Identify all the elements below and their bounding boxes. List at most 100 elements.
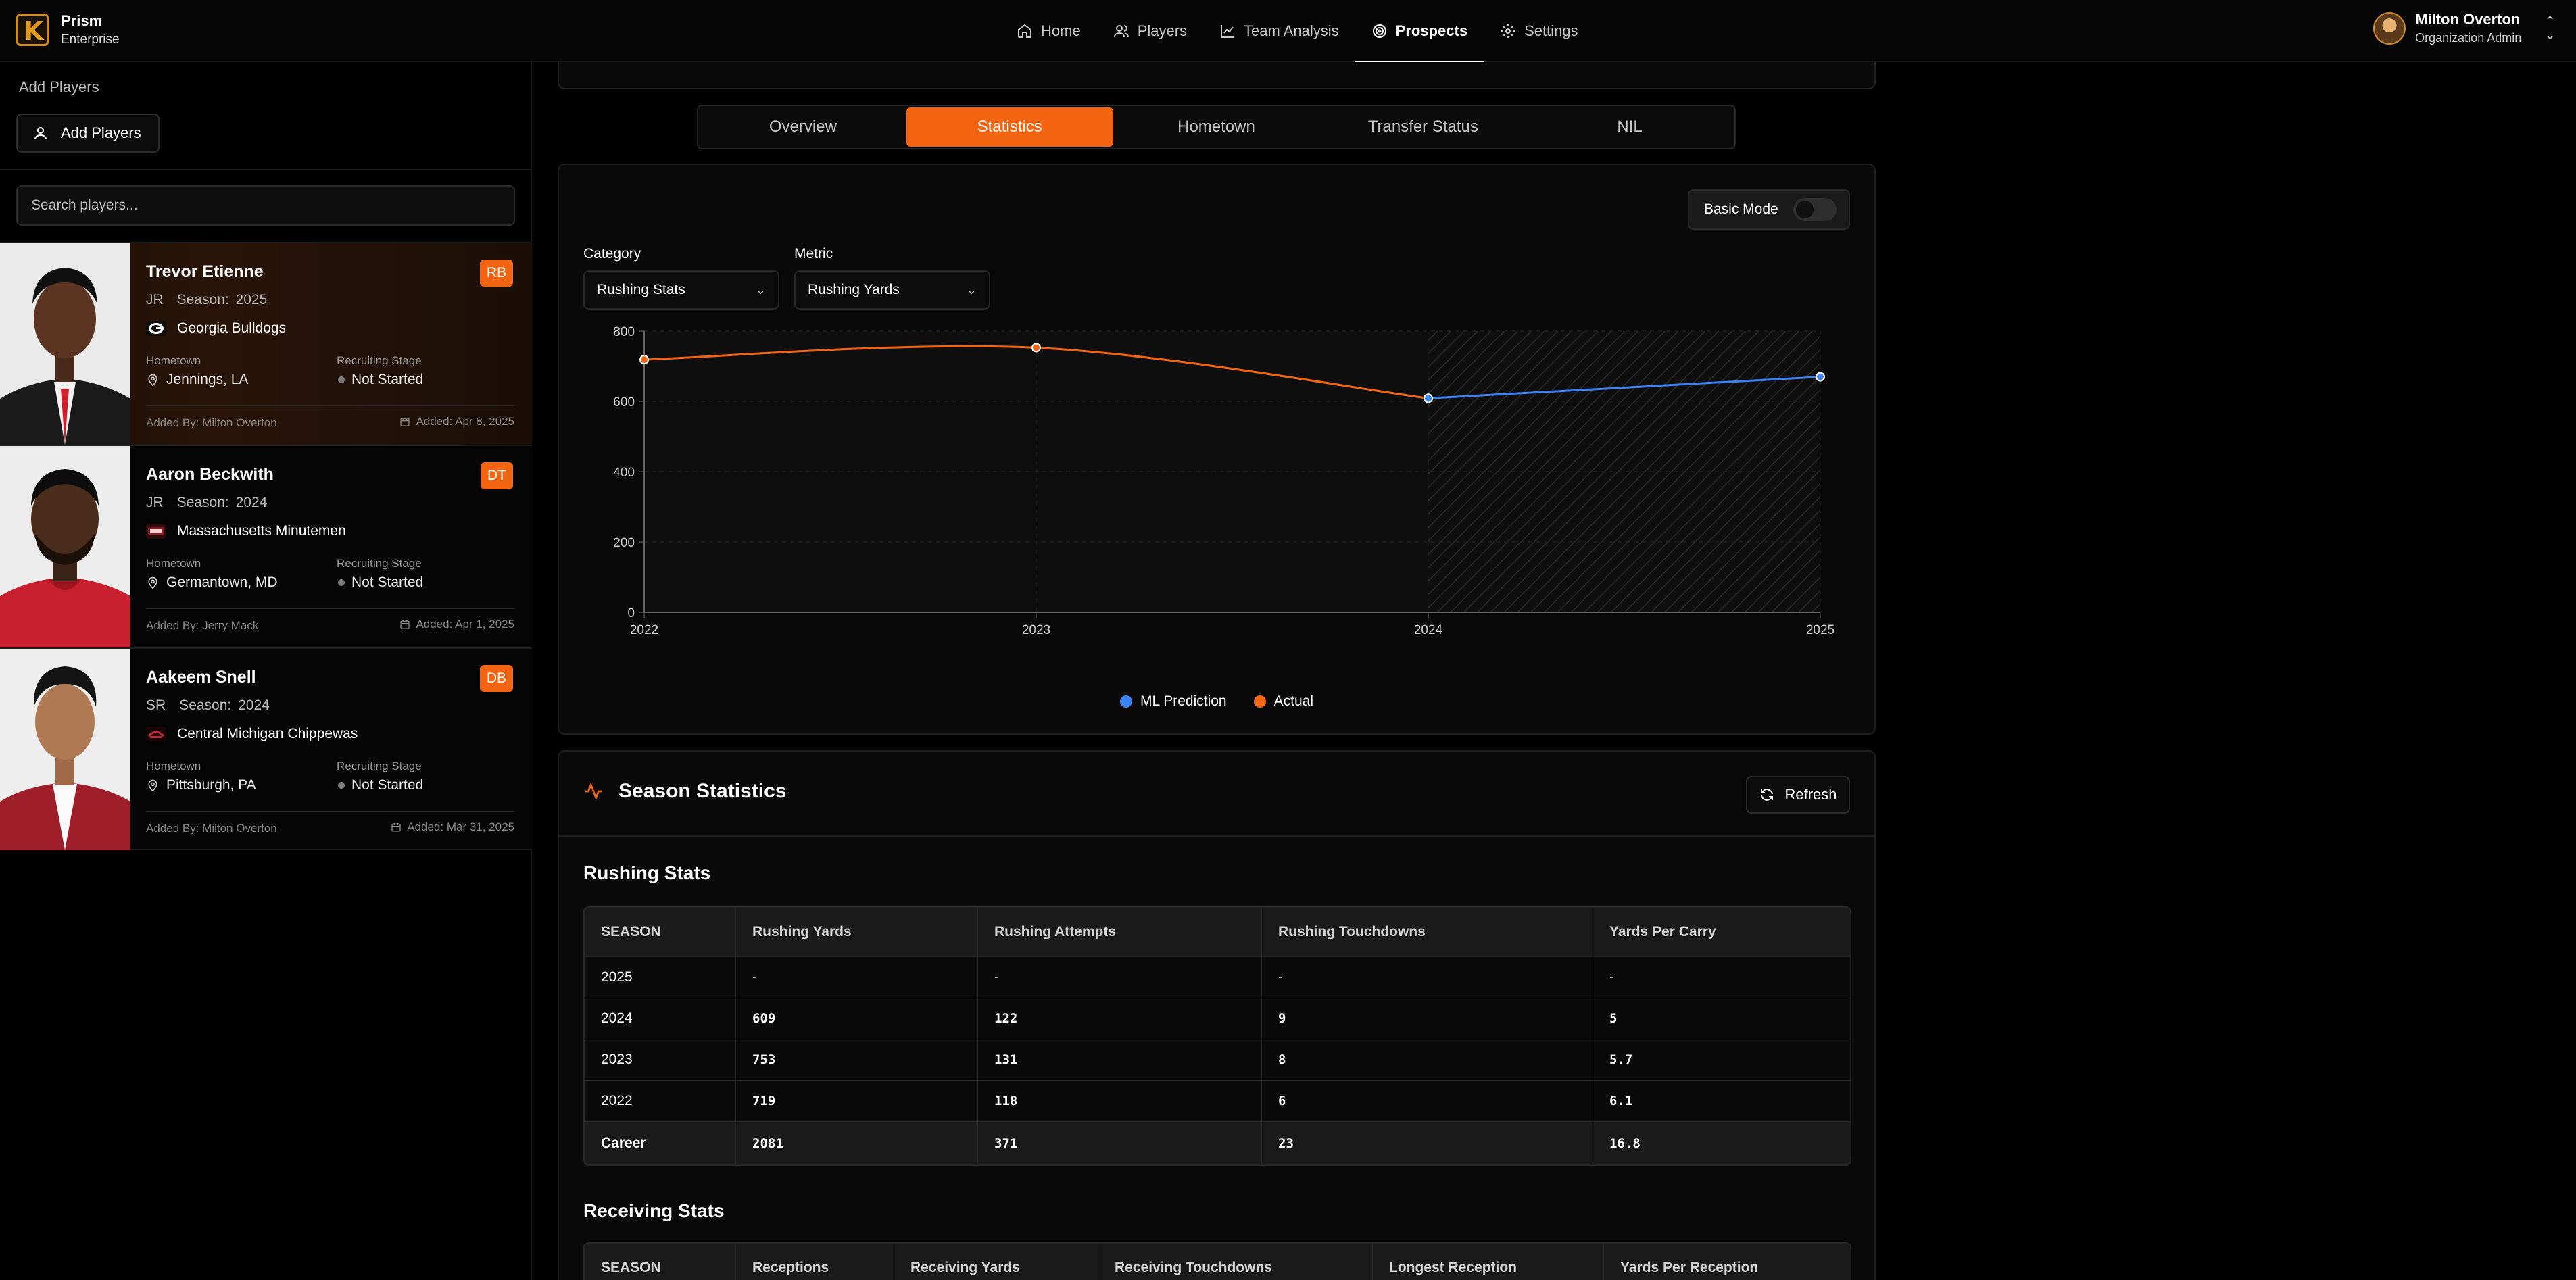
avatar — [2373, 11, 2406, 45]
status-dot — [338, 579, 345, 586]
table-cell: Career — [585, 1121, 736, 1164]
tab-nil[interactable]: NIL — [1526, 107, 1733, 147]
hometown-value: Germantown, MD — [146, 574, 278, 591]
calendar-icon — [391, 823, 401, 832]
table-cell: 2023 — [585, 1039, 736, 1080]
nav-team-analysis-label: Team Analysis — [1244, 22, 1339, 39]
table-header-row: SEASON Rushing Yards Rushing Attempts Ru… — [585, 908, 1850, 956]
hometown-label: Hometown — [146, 760, 201, 772]
added-date-text: Added: Mar 31, 2025 — [407, 820, 514, 833]
tab-transfer-status[interactable]: Transfer Status — [1319, 107, 1526, 147]
refresh-icon — [1761, 789, 1774, 801]
player-meta: JR Season: 2025 — [146, 292, 267, 308]
legend-item[interactable]: Actual — [1253, 693, 1313, 710]
add-players-label: Add Players — [61, 124, 141, 141]
calendar-icon — [400, 620, 410, 629]
nav-team-analysis[interactable]: Team Analysis — [1203, 0, 1355, 62]
column-header[interactable]: SEASON — [585, 1244, 736, 1280]
brand-logo-icon — [16, 14, 49, 46]
prediction-region — [1428, 331, 1820, 612]
player-photo — [0, 649, 130, 850]
player-name: Trevor Etienne — [146, 262, 264, 281]
x-tick-label: 2022 — [630, 623, 658, 637]
brand-name: Prism — [61, 12, 103, 29]
legend-label: ML Prediction — [1140, 693, 1227, 709]
tab-overview[interactable]: Overview — [700, 107, 906, 147]
nav-prospects[interactable]: Prospects — [1355, 0, 1484, 64]
chart-legend: ML Prediction Actual — [559, 693, 1874, 710]
column-header[interactable]: Longest Reception — [1373, 1244, 1604, 1280]
refresh-button[interactable]: Refresh — [1746, 776, 1850, 814]
recruiting-stage-value: Not Started — [338, 574, 423, 591]
legend-item[interactable]: ML Prediction — [1120, 693, 1227, 710]
sidebar-title: Add Players — [19, 78, 99, 95]
column-header[interactable]: Receptions — [736, 1244, 894, 1280]
player-season: Season: 2024 — [176, 495, 268, 510]
y-tick-label: 200 — [613, 536, 635, 550]
nav-home-label: Home — [1041, 22, 1081, 39]
column-header[interactable]: Rushing Attempts — [978, 908, 1262, 956]
season-statistics-panel: Season Statistics Refresh Rushing Stats … — [558, 750, 1876, 1280]
player-card[interactable]: Aaron Beckwith JR Season: 2024 DT Massach… — [0, 445, 532, 647]
school-name: Georgia Bulldogs — [177, 320, 287, 336]
header-panel-edge — [558, 62, 1876, 89]
player-meta: SR Season: 2024 — [146, 697, 270, 714]
player-name: Aaron Beckwith — [146, 465, 274, 484]
table-cell: - — [1593, 956, 1850, 998]
table-cell: 753 — [736, 1039, 978, 1080]
divider — [559, 835, 1874, 837]
tab-hometown[interactable]: Hometown — [1113, 107, 1320, 147]
y-tick-label: 400 — [613, 466, 635, 480]
column-header[interactable]: Rushing Yards — [736, 908, 978, 956]
activity-icon — [585, 782, 602, 801]
column-header[interactable]: Receiving Yards — [894, 1244, 1098, 1280]
y-tick-label: 800 — [613, 325, 635, 339]
nav-players[interactable]: Players — [1097, 0, 1203, 62]
nav-prospects-label: Prospects — [1395, 22, 1468, 39]
legend-swatch — [1253, 695, 1266, 708]
chevron-up-down-icon: ⌃ ⌄ — [2544, 14, 2556, 43]
divider — [146, 608, 514, 609]
player-school: Central Michigan Chippewas — [146, 726, 358, 742]
column-header[interactable]: Yards Per Carry — [1593, 908, 1850, 956]
column-header[interactable]: Rushing Touchdowns — [1262, 908, 1593, 956]
legend-swatch — [1120, 695, 1132, 708]
table-cell: 6.1 — [1593, 1080, 1850, 1121]
player-card[interactable]: Trevor Etienne JR Season: 2025 RB Georgia… — [0, 242, 532, 445]
home-icon — [1018, 24, 1031, 38]
table-cell: 2022 — [585, 1080, 736, 1121]
column-header[interactable]: SEASON — [585, 908, 736, 956]
position-badge: DB — [479, 665, 513, 692]
player-card[interactable]: Aakeem Snell SR Season: 2024 DB Central M… — [0, 647, 532, 850]
added-date-text: Added: Apr 1, 2025 — [416, 618, 514, 631]
y-tick-label: 600 — [613, 395, 635, 410]
brand[interactable]: Prism Enterprise — [16, 12, 120, 47]
central-michigan-logo-icon — [146, 727, 166, 741]
status-dot — [338, 376, 345, 383]
table-row: 2022 719 118 6 6.1 — [585, 1080, 1850, 1121]
nav-home[interactable]: Home — [1000, 0, 1097, 62]
column-header[interactable]: Yards Per Reception — [1604, 1244, 1850, 1280]
school-name: Massachusetts Minutemen — [177, 523, 346, 539]
user-role: Organization Admin — [2415, 31, 2522, 45]
recruiting-stage-value: Not Started — [338, 372, 423, 388]
table-cell: 2025 — [585, 956, 736, 998]
table-row: 2023 753 131 8 5.7 — [585, 1039, 1850, 1080]
recruiting-stage-label: Recruiting Stage — [337, 760, 422, 772]
gear-icon — [1501, 24, 1515, 38]
table-header-row: SEASON Receptions Receiving Yards Receiv… — [585, 1244, 1850, 1280]
search-input[interactable] — [16, 185, 515, 226]
hometown-label: Hometown — [146, 557, 201, 570]
tab-statistics[interactable]: Statistics — [906, 107, 1113, 147]
column-header[interactable]: Receiving Touchdowns — [1098, 1244, 1373, 1280]
table-row: 2024 609 122 9 5 — [585, 998, 1850, 1039]
add-players-button[interactable]: Add Players — [16, 114, 160, 153]
added-by: Added By: Milton Overton — [146, 822, 277, 835]
table-cell: 9 — [1262, 998, 1593, 1039]
season-statistics-title: Season Statistics — [618, 780, 787, 802]
nav-settings[interactable]: Settings — [1484, 0, 1595, 62]
user-menu[interactable]: Milton Overton Organization Admin ⌃ ⌄ — [2373, 11, 2556, 45]
data-point-actual — [1031, 343, 1041, 353]
player-class: JR — [146, 495, 164, 510]
added-date: Added: Mar 31, 2025 — [391, 820, 514, 834]
